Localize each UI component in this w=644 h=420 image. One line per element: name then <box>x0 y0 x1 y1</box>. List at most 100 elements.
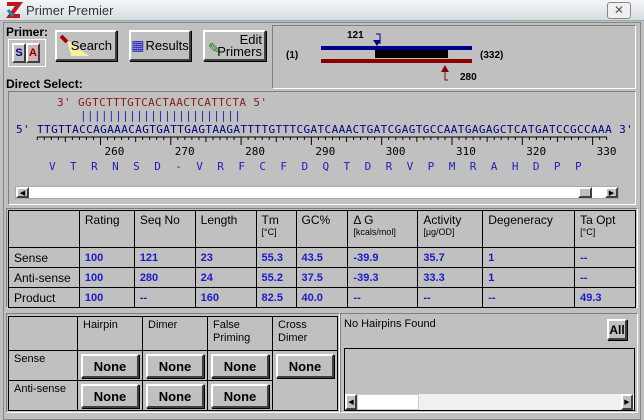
all-button[interactable]: All <box>607 319 627 340</box>
sense-result-button[interactable]: None <box>146 354 204 378</box>
column-header: GC% <box>295 210 349 248</box>
primer-label: Primer: <box>6 25 49 39</box>
column-header: Ta Opt [°C] <box>574 210 636 248</box>
results-cell: -- <box>347 287 419 308</box>
scroll-thumb[interactable] <box>578 187 592 198</box>
results-cell: 40.0 <box>295 287 349 308</box>
close-icon: ✕ <box>613 3 625 17</box>
search-label: Search <box>70 38 112 53</box>
antisense-strand <box>321 59 472 63</box>
ruler-label: 310 <box>456 145 476 158</box>
sense-result-button[interactable]: None <box>81 354 139 378</box>
results-row[interactable]: Product 100 -- 160 82.5 40.0 -- -- -- 49.3 <box>8 287 636 308</box>
results-cell: -- <box>574 247 636 268</box>
analysis-header-row: Hairpin Dimer False Priming Cross Dimer <box>8 316 338 351</box>
results-cell: 35.7 <box>417 247 484 268</box>
results-cell: 1 <box>482 267 576 288</box>
results-button[interactable]: ▦ Results <box>129 30 191 61</box>
column-header: Seq No <box>133 210 196 248</box>
results-cell: 55.2 <box>255 267 297 288</box>
ruler-label: 260 <box>105 145 125 158</box>
results-row[interactable]: Sense 100 121 23 55.3 43.5 -39.9 35.7 1 -- <box>8 247 636 268</box>
column-header: Δ G [kcals/mol] <box>347 210 419 248</box>
translation-row: V T R N S D - V R F C F D Q T D R V P M … <box>49 160 582 173</box>
results-cell: -- <box>482 287 576 308</box>
results-cell: -39.3 <box>347 267 419 288</box>
analysis-row-sense: Sense None None None None <box>8 350 338 381</box>
analysis-column-header: False Priming <box>207 316 273 351</box>
results-cell: 24 <box>194 267 257 288</box>
row-label: Anti-sense <box>8 380 78 411</box>
sense-strand <box>321 46 472 50</box>
results-table: Rating Seq No Length Tm [°C] GC% Δ G [kcals/mol… <box>8 210 636 308</box>
detail-scroll-left-button[interactable]: ◀ <box>345 394 357 410</box>
ruler-label: 280 <box>245 145 265 158</box>
antisense-arrow-icon <box>441 65 449 72</box>
results-cell: -39.9 <box>347 247 419 268</box>
detail-panel: No Hairpins Found All ◀ ▶ <box>340 313 638 413</box>
results-cell: 37.5 <box>295 267 349 288</box>
column-header <box>8 210 80 248</box>
column-header: Activity [µg/OD] <box>417 210 484 248</box>
overview-diagram[interactable]: (1) (332) 121 280 <box>272 25 636 89</box>
scroll-right-button[interactable]: ▶ <box>605 187 618 198</box>
sequence-scrollbar[interactable]: ◀ ▶ <box>15 186 619 199</box>
analysis-table: Hairpin Dimer False Priming Cross Dimer Sens… <box>8 316 338 411</box>
row-label: Product <box>8 287 80 308</box>
sense-result-button[interactable]: None <box>211 354 269 378</box>
antisense-result-button[interactable]: None <box>211 384 269 408</box>
detail-scrollbar[interactable]: ◀ ▶ <box>345 394 634 410</box>
match-bars: ||||||||||||||||||||||| <box>80 109 242 122</box>
results-cell: -- <box>574 267 636 288</box>
results-cell: 43.5 <box>295 247 349 268</box>
results-cell: 1 <box>482 247 576 268</box>
ruler-label: 300 <box>386 145 406 158</box>
row-label: Sense <box>8 247 80 268</box>
results-row[interactable]: Anti-sense 100 280 24 55.2 37.5 -39.3 33.3 1 -- <box>8 267 636 288</box>
results-cell: 33.3 <box>417 267 484 288</box>
table-icon: ▦ <box>131 37 145 53</box>
primer-5prime: 5' <box>253 96 268 109</box>
row-label: Anti-sense <box>8 267 80 288</box>
results-label: Results <box>145 38 189 53</box>
sense-result-button[interactable]: None <box>276 354 334 378</box>
product-region <box>375 50 448 58</box>
detail-list[interactable]: ◀ ▶ <box>344 348 635 411</box>
app-logo-icon <box>6 2 23 18</box>
primer-toggle: S A <box>8 39 46 67</box>
primers-label: Primers <box>217 43 262 59</box>
column-header: Degeneracy <box>482 210 576 248</box>
primer-3prime: 3' <box>57 96 72 109</box>
edit-pencil-icon: ✎ <box>208 40 220 56</box>
results-cell: 100 <box>78 247 135 268</box>
results-cell: 82.5 <box>255 287 297 308</box>
antisense-toggle-button[interactable]: A <box>26 43 40 63</box>
antisense-result-button[interactable]: None <box>146 384 204 408</box>
ruler-label: 290 <box>315 145 335 158</box>
primer-map <box>321 33 472 81</box>
analysis-column-header: Hairpin <box>77 316 143 351</box>
analysis-column-header: Cross Dimer <box>272 316 338 351</box>
scroll-left-button[interactable]: ◀ <box>16 187 29 198</box>
detail-message: No Hairpins Found <box>344 318 436 330</box>
results-cell: -- <box>133 287 196 308</box>
results-header-row: Rating Seq No Length Tm [°C] GC% Δ G [kcals/mol… <box>8 210 636 248</box>
search-button[interactable]: Search <box>55 30 117 61</box>
close-button[interactable]: ✕ <box>607 2 631 19</box>
results-cell: 160 <box>194 287 257 308</box>
antisense-primer-sequence[interactable]: GGTCTTTGTCACTAACTCATTCTA <box>78 96 246 109</box>
column-header: Rating <box>78 210 135 248</box>
detail-scroll-thumb[interactable] <box>357 394 419 410</box>
detail-scroll-right-button[interactable]: ▶ <box>621 394 633 410</box>
title-bar: Primer Premier ✕ <box>0 0 644 21</box>
ruler-label: 320 <box>526 145 546 158</box>
sense-toggle-button[interactable]: S <box>12 43 26 63</box>
results-cell: 100 <box>78 287 135 308</box>
antisense-primer-row: 3' GGTCTTTGTCACTAACTCATTCTA 5' <box>57 96 267 109</box>
results-cell: 280 <box>133 267 196 288</box>
column-header: Tm [°C] <box>255 210 297 248</box>
ruler-label: 270 <box>175 145 195 158</box>
antisense-result-button[interactable]: None <box>81 384 139 408</box>
edit-primers-button[interactable]: ✎ Edit Primers <box>203 30 266 61</box>
column-header: Length <box>194 210 257 248</box>
